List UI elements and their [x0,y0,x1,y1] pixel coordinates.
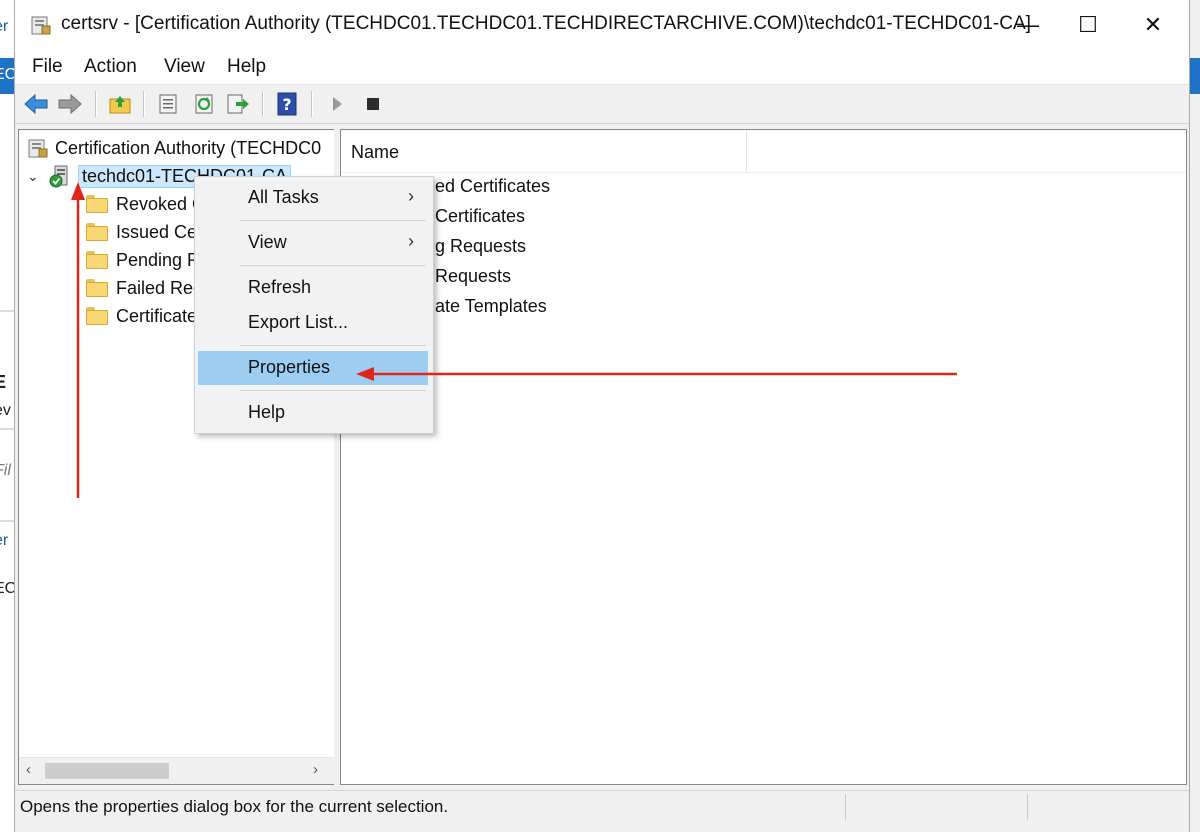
menu-view[interactable]: View [164,56,205,78]
menu-bar: File Action View Help [15,50,1189,85]
toolbar-separator [143,91,145,117]
back-arrow-icon[interactable] [23,91,49,117]
context-item-all-tasks[interactable]: All Tasks › [198,181,428,215]
context-item-label: Refresh [248,277,312,297]
folder-icon [86,251,108,269]
submenu-arrow-icon: › [408,186,414,206]
stop-service-icon[interactable] [360,91,386,117]
list-item-label: Requests [435,265,512,286]
status-text: Opens the properties dialog box for the … [20,797,449,816]
context-item-refresh[interactable]: Refresh [198,271,428,305]
context-item-view[interactable]: View › [198,226,428,260]
scroll-thumb[interactable] [45,763,169,779]
toolbar-separator [311,91,313,117]
title-bar[interactable]: certsrv - [Certification Authority (TECH… [15,0,1189,50]
tree-folder-templates[interactable]: Certificate [86,303,197,329]
background-text: er [0,18,9,35]
scroll-left-icon[interactable]: ‹ [26,761,31,778]
ca-server-running-icon [49,165,68,188]
background-divider [0,310,14,312]
close-button[interactable]: ✕ [1123,0,1183,50]
collapse-chevron-icon[interactable]: ⌄ [27,168,41,185]
context-item-help[interactable]: Help [198,396,428,430]
help-icon[interactable]: ? [274,91,300,117]
list-item-label: g Requests [435,235,527,256]
tree-folder-label: Revoked C [116,193,206,214]
scroll-right-icon[interactable]: › [313,761,318,778]
column-name-label: Name [351,142,400,162]
folder-icon [86,195,108,213]
toolbar: ? [15,85,1189,124]
context-separator [240,220,426,221]
tree-folder-label: Pending R [116,249,201,270]
start-service-icon[interactable] [324,91,350,117]
toolbar-separator [262,91,264,117]
tree-folder-pending[interactable]: Pending R [86,247,200,273]
tree-folder-label: Certificate [116,305,198,326]
background-text: ev [0,402,11,419]
context-menu: All Tasks › View › Refresh Export List..… [194,176,434,434]
export-list-icon[interactable] [225,91,251,117]
list-item-label: ate Templates [435,295,547,316]
folder-icon [86,307,108,325]
properties-sheet-icon[interactable] [155,91,181,117]
tree-horizontal-scrollbar[interactable]: ‹ › [19,757,334,784]
background-window: er EC E ev Fil er EC [0,0,14,832]
context-separator [240,345,426,346]
context-item-label: All Tasks [248,187,319,207]
certsrv-app-icon [31,16,51,35]
toolbar-separator [95,91,97,117]
list-column-header[interactable]: Name [341,130,1186,173]
minimize-button[interactable]: — [998,0,1058,50]
background-divider [0,428,14,430]
context-separator [240,265,426,266]
up-folder-icon[interactable] [107,91,133,117]
list-item-label: Certificates [435,205,526,226]
status-bar: Opens the properties dialog box for the … [15,790,1189,823]
maximize-button[interactable]: ☐ [1058,0,1118,50]
tree-folder-revoked[interactable]: Revoked C [86,191,205,217]
context-item-label: View [248,232,287,252]
folder-icon [86,223,108,241]
status-cell [845,794,846,820]
tree-root-node[interactable]: Certification Authority (TECHDC0 [27,135,321,161]
tree-folder-failed[interactable]: Failed Req [86,275,203,301]
tree-root-label: Certification Authority (TECHDC0 [55,137,322,158]
status-cell [1027,794,1028,820]
context-item-label: Help [248,402,286,422]
menu-help[interactable]: Help [227,56,266,78]
list-item-label: ed Certificates [435,175,551,196]
context-separator [240,390,426,391]
mmc-window: certsrv - [Certification Authority (TECH… [14,0,1190,832]
svg-text:?: ? [282,95,291,114]
folder-icon [86,279,108,297]
results-list-pane[interactable]: Name ed Certificates Certificates g Requ… [340,129,1187,785]
submenu-arrow-icon: › [408,231,414,251]
background-divider [0,520,14,522]
certification-authority-icon [28,139,48,158]
window-title: certsrv - [Certification Authority (TECH… [61,13,1031,34]
context-item-export-list[interactable]: Export List... [198,306,428,340]
context-item-properties[interactable]: Properties [198,351,428,385]
background-text: er [0,532,9,549]
background-text: Fil [0,462,11,479]
menu-file[interactable]: File [32,56,63,78]
context-item-label: Export List... [248,312,349,332]
column-divider[interactable] [746,130,747,172]
background-text: EC [0,580,14,597]
tree-folder-issued[interactable]: Issued Ce [86,219,197,245]
menu-action[interactable]: Action [84,56,137,78]
background-text: E [0,372,7,392]
background-text: EC [0,66,14,83]
context-item-label: Properties [248,357,331,377]
forward-arrow-icon[interactable] [57,91,83,117]
refresh-icon[interactable] [191,91,217,117]
tree-folder-label: Failed Req [116,277,204,298]
tree-folder-label: Issued Ce [116,221,198,242]
